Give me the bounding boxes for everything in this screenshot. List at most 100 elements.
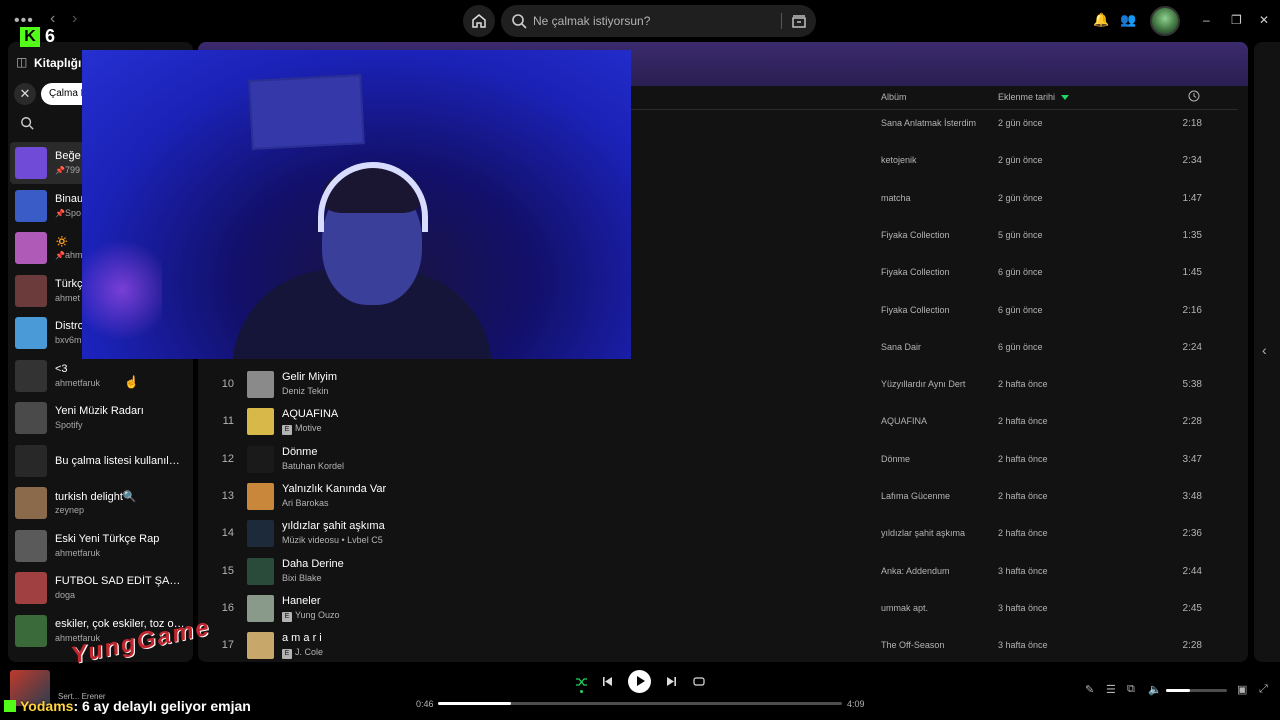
bell-icon[interactable]: 🔔: [1093, 12, 1109, 28]
track-title[interactable]: Yalnızlık Kanında Var: [282, 483, 386, 495]
minimize-button[interactable]: –: [1203, 13, 1210, 27]
track-album[interactable]: ketojenik: [881, 155, 917, 165]
right-panel-collapsed[interactable]: ‹: [1254, 42, 1280, 662]
maximize-button[interactable]: ❐: [1231, 13, 1242, 27]
sidebar-item[interactable]: Eski Yeni Türkçe Rap ahmetfaruk: [10, 525, 188, 567]
home-button[interactable]: [463, 5, 495, 37]
explicit-icon: E: [282, 611, 292, 622]
track-album[interactable]: yıldızlar şahit aşkıma: [881, 528, 965, 538]
track-artist-name: Yung Ouzo: [295, 609, 340, 620]
sidebar-item[interactable]: turkish delight🔍 zeynep: [10, 482, 188, 524]
track-row[interactable]: 16 Haneler E Yung Ouzo ummak apt. 3 hafta önc…: [198, 590, 1248, 627]
track-title[interactable]: Dönme: [282, 446, 317, 458]
volume-icon[interactable]: 🔈: [1148, 683, 1162, 696]
viewer-count: 6: [45, 26, 56, 46]
progress-bar[interactable]: [438, 702, 842, 705]
track-title[interactable]: AQUAFINA: [282, 408, 338, 420]
volume-fill: [1166, 689, 1191, 692]
sidebar-item-label: turkish delight🔍: [55, 491, 137, 503]
search-bar[interactable]: Ne çalmak istiyorsun?: [501, 5, 816, 37]
track-artwork: [247, 445, 274, 473]
track-album[interactable]: ummak apt.: [881, 603, 928, 613]
track-artwork: [247, 371, 274, 399]
total-time: 4:09: [847, 699, 865, 709]
column-date-added[interactable]: Eklenme tarihi: [998, 92, 1070, 102]
playlist-thumbnail: [15, 189, 47, 222]
browse-icon[interactable]: [791, 13, 807, 29]
track-title[interactable]: yıldızlar şahit aşkıma: [282, 520, 385, 532]
track-title[interactable]: Haneler: [282, 595, 321, 607]
track-artist[interactable]: E J. Cole: [282, 647, 323, 660]
track-album[interactable]: Yüzyıllardır Aynı Dert: [881, 379, 965, 389]
track-album[interactable]: Fiyaka Collection: [881, 230, 950, 240]
track-album[interactable]: Sana Dair: [881, 342, 921, 352]
next-icon[interactable]: [666, 676, 677, 687]
track-title[interactable]: Gelir Miyim: [282, 371, 337, 383]
track-row[interactable]: 14 yıldızlar şahit aşkıma Müzik videosu • …: [198, 515, 1248, 552]
sidebar-item-subtitle: ahmetfaruk: [55, 378, 185, 388]
track-row[interactable]: 15 Daha Derine Bixi Blake Anka: Addendum 3 h…: [198, 553, 1248, 590]
track-title[interactable]: Daha Derine: [282, 558, 344, 570]
devices-icon[interactable]: ⧉: [1127, 683, 1135, 696]
track-date-added: 6 gün önce: [998, 304, 1043, 315]
search-input[interactable]: Ne çalmak istiyorsun?: [533, 14, 650, 28]
avatar[interactable]: [1150, 6, 1180, 36]
sidebar-item[interactable]: Yeni Müzik Radarı Spotify: [10, 397, 188, 439]
volume-slider[interactable]: [1166, 689, 1227, 692]
library-search-icon[interactable]: [20, 116, 34, 130]
clear-filter-button[interactable]: ✕: [14, 83, 36, 105]
shuffle-active-dot: [580, 690, 583, 693]
track-artist[interactable]: E Yung Ouzo: [282, 610, 340, 622]
track-artist[interactable]: Ari Barokas: [282, 498, 329, 508]
track-row[interactable]: 13 Yalnızlık Kanında Var Ari Barokas Lafıma…: [198, 478, 1248, 515]
library-icon[interactable]: ◫: [16, 55, 27, 69]
track-album[interactable]: matcha: [881, 193, 911, 203]
track-album[interactable]: Sana Anlatmak İsterdim: [881, 118, 976, 128]
track-album[interactable]: AQUAFINA: [881, 416, 927, 426]
sidebar-item[interactable]: FUTBOL SAD EDİT ŞARKILARI doga: [10, 567, 188, 609]
library-title[interactable]: Kitaplığın: [34, 56, 89, 70]
mini-player-icon[interactable]: ▣: [1237, 683, 1247, 696]
track-title[interactable]: a m a r i: [282, 632, 322, 644]
track-row[interactable]: 11 AQUAFINA E Motive AQUAFINA 2 hafta önce 2:2…: [198, 403, 1248, 440]
sidebar-item[interactable]: <3 ahmetfaruk: [10, 355, 188, 397]
track-artist[interactable]: Bixi Blake: [282, 573, 322, 583]
track-row[interactable]: 10 Gelir Miyim Deniz Tekin Yüzyıllardır Ayn…: [198, 366, 1248, 403]
track-album[interactable]: The Off-Season: [881, 640, 944, 650]
sidebar-item-owner: ahmet: [55, 292, 81, 303]
track-album[interactable]: Anka: Addendum: [881, 566, 950, 576]
track-album[interactable]: Lafıma Gücenme: [881, 491, 950, 501]
track-album[interactable]: Fiyaka Collection: [881, 305, 950, 315]
track-artist[interactable]: Batuhan Kordel: [282, 461, 344, 471]
sidebar-item-owner: Spotify: [55, 420, 83, 430]
previous-icon[interactable]: [602, 676, 613, 687]
fullscreen-icon[interactable]: ⤢: [1259, 683, 1268, 696]
lyrics-icon[interactable]: ✎: [1085, 683, 1094, 696]
track-date-added: 2 hafta önce: [998, 453, 1048, 464]
webcam-overlay: [82, 50, 631, 359]
shuffle-icon[interactable]: [575, 676, 588, 688]
track-date-added: 2 gün önce: [998, 192, 1043, 203]
track-number: 15: [221, 564, 234, 577]
friends-icon[interactable]: 👥: [1120, 12, 1136, 28]
close-button[interactable]: ✕: [1259, 13, 1269, 27]
play-button[interactable]: [628, 670, 651, 693]
track-album[interactable]: Dönme: [881, 454, 910, 464]
queue-icon[interactable]: ☰: [1106, 683, 1116, 696]
sidebar-item-subtitle: zeynep: [55, 505, 185, 515]
sidebar-item[interactable]: Bu çalma listesi kullanılamıyor: [10, 440, 188, 482]
track-album[interactable]: Fiyaka Collection: [881, 267, 950, 277]
forward-arrow-icon[interactable]: ›: [72, 10, 77, 28]
track-artist[interactable]: Deniz Tekin: [282, 386, 328, 396]
repeat-icon[interactable]: [693, 676, 705, 687]
home-icon: [472, 14, 486, 28]
track-number: 13: [221, 490, 234, 502]
track-artist-name: Motive: [295, 423, 322, 434]
track-row[interactable]: 17 a m a r i E J. Cole The Off-Season 3 hafta…: [198, 627, 1248, 662]
track-artist[interactable]: E Motive: [282, 423, 322, 436]
column-date-label: Eklenme tarihi: [998, 92, 1056, 102]
track-row[interactable]: 12 Dönme Batuhan Kordel Dönme 2 hafta önce 3:…: [198, 441, 1248, 478]
track-artist[interactable]: Müzik videosu • Lvbel C5: [282, 535, 383, 545]
column-album[interactable]: Albüm: [881, 92, 907, 102]
sidebar-item-owner: ahm: [64, 250, 83, 260]
